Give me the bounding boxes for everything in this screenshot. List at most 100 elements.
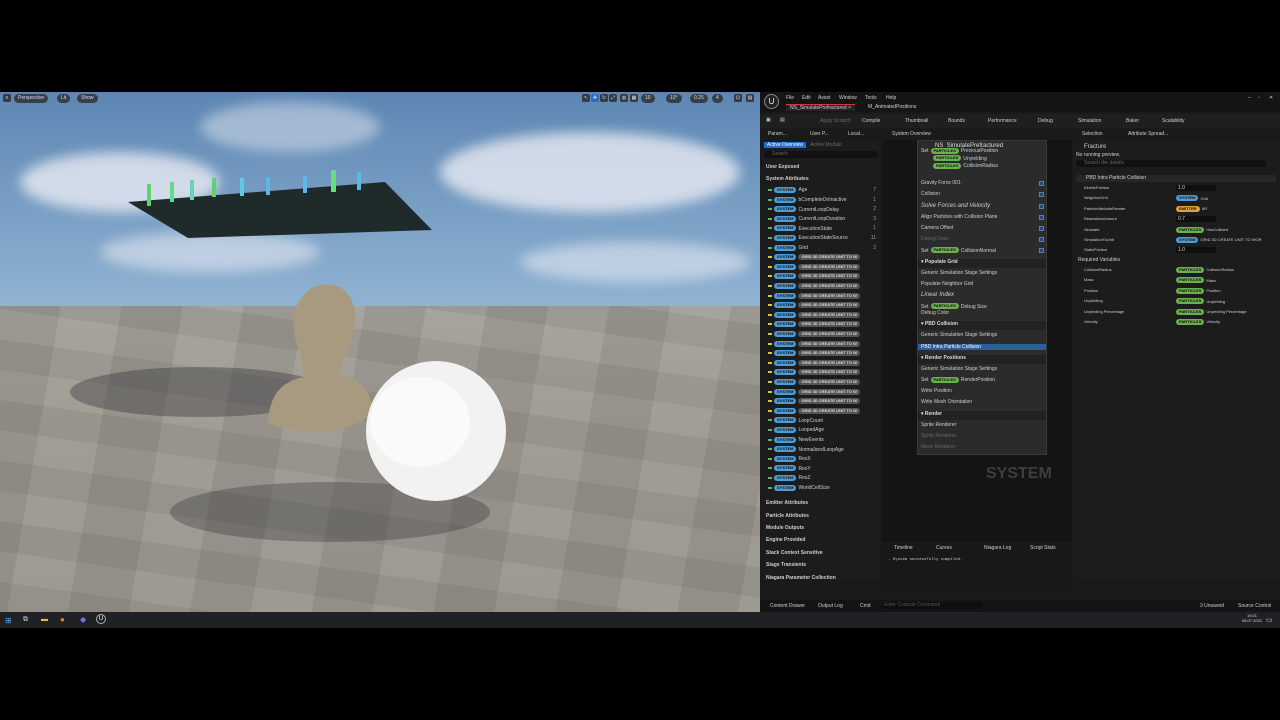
menu-window[interactable]: Window: [839, 95, 857, 101]
detail-row[interactable]: ParticleAttributeReader EMITTER AR: [1084, 205, 1274, 212]
rotate-icon[interactable]: ↻: [600, 94, 608, 102]
detail-value[interactable]: PARTICLES HasCollided: [1176, 226, 1228, 233]
scalability-button[interactable]: Scalability: [1162, 118, 1185, 124]
required-row[interactable]: CollisionRadius PARTICLES CollisionRadius: [1084, 267, 1274, 273]
overview-item[interactable]: Camera Offset: [921, 225, 953, 231]
params-search[interactable]: Search: [764, 151, 878, 158]
param-row[interactable]: SYSTEM GRID 3D CREATE UNIT TO W: [768, 331, 878, 337]
overview-item[interactable]: Populate Neighbor Grid: [921, 281, 973, 287]
detail-value[interactable]: SYSTEM GRID 3D CREATE UNIT TO WOR: [1176, 237, 1262, 243]
clock[interactable]: 19:21 05.07.2021: [1242, 613, 1262, 623]
system-overview-graph[interactable]: NS_SimulatePrefractured Set PARTICLES Prev…: [882, 140, 1072, 542]
param-row[interactable]: SYSTEM ResZ: [768, 475, 878, 481]
required-row[interactable]: Mass PARTICLES Mass: [1084, 277, 1274, 284]
param-row[interactable]: SYSTEM LoopCount: [768, 417, 878, 424]
overview-item[interactable]: Set PARTICLES Debug Size: [921, 303, 987, 310]
enabled-checkbox[interactable]: [1039, 214, 1044, 220]
unreal-taskbar-icon[interactable]: U: [96, 614, 106, 624]
source-control-button[interactable]: Source Control: [1238, 603, 1271, 609]
simulation-button[interactable]: Simulation: [1078, 118, 1101, 124]
param-section-header[interactable]: Module Outputs: [766, 525, 804, 531]
param-row[interactable]: SYSTEM GRID 3D CREATE UNIT TO W: [768, 283, 878, 289]
menu-file[interactable]: File: [786, 95, 794, 101]
tab-curves[interactable]: Curves: [936, 545, 952, 551]
content-drawer-button[interactable]: Content Drawer: [770, 603, 805, 609]
task-view-icon[interactable]: ⧉: [23, 616, 28, 624]
unsaved-indicator[interactable]: 3 Unsaved: [1200, 603, 1224, 609]
param-row[interactable]: SYSTEM ResY: [768, 465, 878, 472]
detail-row[interactable]: KineticFriction 1.0: [1084, 185, 1274, 191]
overview-set-row[interactable]: PARTICLES CollisionRadius: [921, 162, 998, 169]
save-icon[interactable]: ▣: [766, 117, 771, 123]
start-icon[interactable]: ⊞: [5, 616, 12, 625]
detail-value[interactable]: 0.7: [1176, 216, 1216, 223]
viewport-menu-icon[interactable]: ≡: [3, 94, 11, 102]
detail-row[interactable]: Simulate PARTICLES HasCollided: [1084, 226, 1274, 233]
enabled-checkbox[interactable]: [1039, 203, 1044, 209]
maximize-icon[interactable]: ⊡: [734, 94, 742, 102]
param-row[interactable]: SYSTEM GRID 3D CREATE UNIT TO W: [768, 311, 878, 318]
param-section-header[interactable]: Stack Context Sensitive: [766, 550, 823, 556]
thumbnail-button[interactable]: Thumbnail: [905, 118, 928, 124]
debug-button[interactable]: Debug: [1038, 118, 1053, 124]
required-variables-header[interactable]: Required Variables: [1078, 257, 1120, 263]
overview-item[interactable]: Solve Forces and Velocity: [921, 203, 990, 209]
param-row[interactable]: SYSTEM GRID 3D CREATE UNIT TO W: [768, 379, 878, 385]
param-section-header[interactable]: Engine Provided: [766, 537, 805, 543]
active-module-tab[interactable]: Active Module: [807, 142, 844, 148]
overview-item[interactable]: Gravity Force 001: [921, 180, 961, 186]
compile-button[interactable]: Compile: [862, 118, 880, 124]
enabled-checkbox[interactable]: [1039, 226, 1044, 231]
overview-item[interactable]: Generic Simulation Stage Settings: [921, 332, 997, 338]
stage-group-header[interactable]: ▾ Render: [918, 410, 1046, 420]
detail-row[interactable]: SimulationToUnit SYSTEM GRID 3D CREATE UNI…: [1084, 237, 1274, 243]
required-value[interactable]: PARTICLES Unyielding: [1176, 298, 1225, 305]
overview-item[interactable]: Write Position: [921, 388, 952, 394]
tab-selection[interactable]: Selection: [1082, 131, 1103, 137]
detail-value[interactable]: EMITTER AR: [1176, 205, 1207, 212]
file-explorer-icon[interactable]: ▬: [41, 616, 48, 623]
module-group-header[interactable]: PBD Intra Particle Collision: [1076, 175, 1276, 182]
select-mode-icon[interactable]: ↖: [582, 94, 590, 102]
surface-snap-icon[interactable]: ▦: [630, 94, 638, 102]
notification-icon[interactable]: ▭: [1266, 616, 1273, 624]
required-value[interactable]: PARTICLES Unyielding Percentage: [1176, 308, 1247, 315]
overview-item[interactable]: Sprite Renderer: [921, 433, 956, 439]
tab-script-stats[interactable]: Script Stats: [1030, 545, 1056, 551]
param-row[interactable]: SYSTEM LoopedAge: [768, 427, 878, 433]
tab-local[interactable]: Local...: [848, 131, 864, 137]
param-row[interactable]: SYSTEM ExecutionStateSource 11: [768, 235, 878, 241]
lit-button[interactable]: Lit: [57, 94, 71, 103]
overview-item[interactable]: Set PARTICLES CollisionNormal: [921, 247, 996, 254]
param-row[interactable]: SYSTEM WorldCellSize: [768, 484, 878, 491]
param-row[interactable]: SYSTEM GRID 3D CREATE UNIT TO W: [768, 292, 878, 299]
enabled-checkbox[interactable]: [1039, 248, 1044, 254]
details-search[interactable]: Search the details: [1076, 160, 1266, 167]
required-row[interactable]: Position PARTICLES Position: [1084, 287, 1274, 294]
section-user-exposed[interactable]: User Exposed: [766, 164, 799, 170]
overview-item[interactable]: Generic Simulation Stage Settings: [921, 270, 997, 276]
show-button[interactable]: Show: [77, 94, 98, 103]
overview-item[interactable]: Set PARTICLES RenderPosition: [921, 377, 995, 383]
param-row[interactable]: SYSTEM GRID 3D CREATE UNIT TO W: [768, 321, 878, 328]
menu-asset[interactable]: Asset: [818, 95, 831, 101]
minimize-icon[interactable]: –: [1248, 95, 1251, 101]
unreal-logo-icon[interactable]: U: [764, 94, 779, 109]
param-section-header[interactable]: Particle Attributes: [766, 513, 809, 519]
menu-help[interactable]: Help: [886, 95, 896, 101]
cmd-dropdown[interactable]: Cmd: [860, 603, 871, 609]
overview-set-row[interactable]: PARTICLES Unyielding: [921, 155, 987, 162]
bounds-button[interactable]: Bounds: [948, 118, 965, 124]
required-row[interactable]: Unyielding Percentage PARTICLES Unyielding…: [1084, 308, 1274, 315]
overview-item[interactable]: Debug Color: [921, 310, 949, 316]
detail-value[interactable]: SYSTEM Grid: [1176, 195, 1208, 202]
level-viewport[interactable]: ≡ Perspective Lit Show ↖ ✥ ↻ ⤢ ◍ ▦ 10 10…: [0, 92, 760, 612]
stage-group-header[interactable]: ▾ Populate Grid: [918, 258, 1046, 268]
param-row[interactable]: SYSTEM CurrentLoopDuration 3: [768, 215, 878, 222]
performance-button[interactable]: Performance: [988, 118, 1017, 124]
overview-item[interactable]: Align Particles with Collision Plane: [921, 214, 997, 220]
overview-item[interactable]: Write Mesh Orientation: [921, 399, 972, 405]
param-row[interactable]: SYSTEM CurrentLoopDelay 2: [768, 206, 878, 213]
param-row[interactable]: SYSTEM GRID 3D CREATE UNIT TO W: [768, 407, 878, 414]
required-value[interactable]: PARTICLES Velocity: [1176, 319, 1220, 325]
